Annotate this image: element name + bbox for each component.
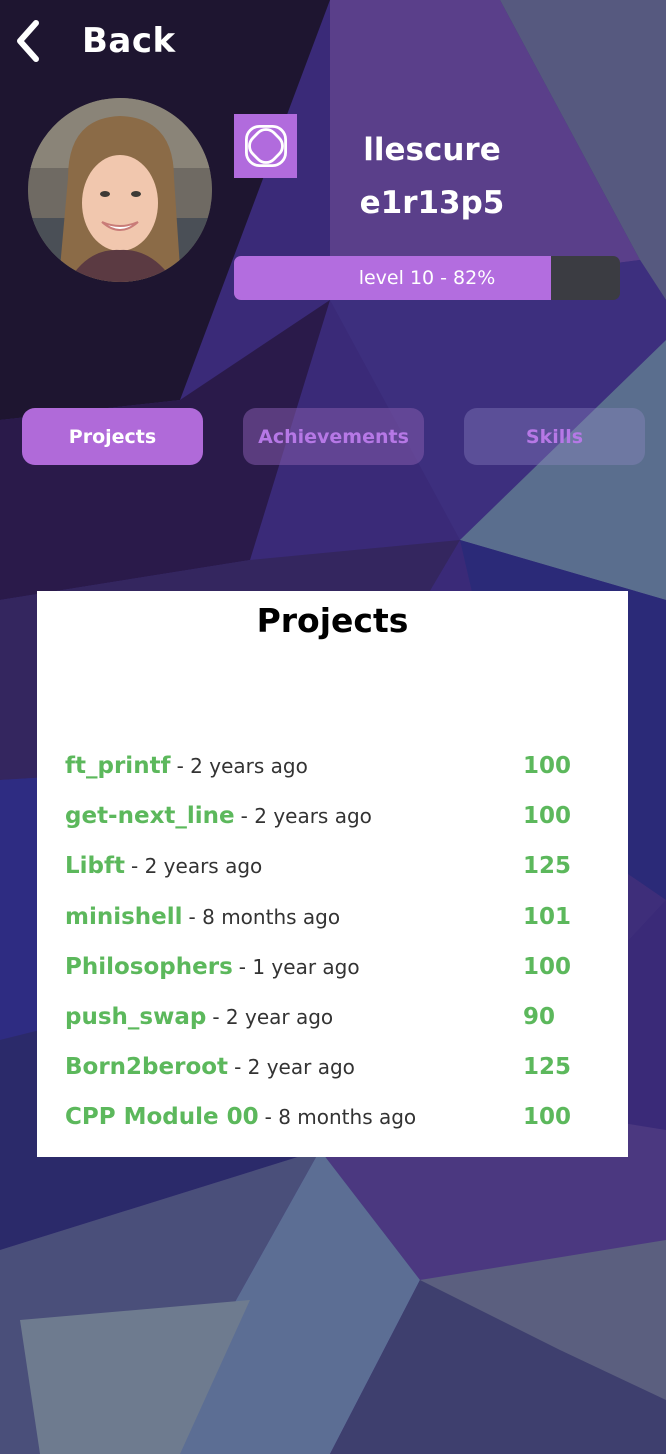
project-score: 125	[523, 1054, 572, 1081]
project-date: - 8 months ago	[188, 904, 341, 929]
tab-projects-label: Projects	[68, 425, 157, 448]
user-login: llescure	[363, 132, 501, 168]
project-name: CPP Module 00	[65, 1104, 259, 1131]
chevron-left-icon	[17, 20, 39, 62]
project-name: ft_printf	[65, 753, 171, 780]
project-score: 125	[523, 853, 572, 880]
tab-projects[interactable]: Projects	[22, 408, 203, 465]
project-date: - 8 months ago	[264, 1105, 417, 1130]
project-name: minishell	[65, 903, 183, 930]
project-row[interactable]: Philosophers - 1 year ago 100	[65, 942, 605, 992]
project-row[interactable]: push_swap - 2 year ago 90	[65, 992, 605, 1042]
project-name: push_swap	[65, 1004, 207, 1031]
project-name: Libft	[65, 853, 126, 880]
project-date: - 2 years ago	[131, 854, 263, 879]
project-score: 100	[523, 753, 572, 780]
projects-card: Projects ft_printf - 2 years ago 100 get…	[37, 591, 628, 1157]
level-progress-bar: level 10 - 82%	[234, 256, 620, 300]
tab-skills[interactable]: Skills	[464, 408, 645, 465]
project-row[interactable]: ft_printf - 2 years ago 100	[65, 741, 605, 791]
back-button[interactable]: Back	[10, 16, 176, 66]
back-label: Back	[82, 21, 176, 61]
project-row[interactable]: get-next_line - 2 years ago 100	[65, 791, 605, 841]
projects-title: Projects	[256, 601, 409, 640]
project-score: 100	[523, 1104, 572, 1131]
project-date: - 2 years ago	[176, 754, 308, 779]
project-date: - 2 years ago	[240, 804, 372, 829]
project-row[interactable]: minishell - 8 months ago 101	[65, 892, 605, 942]
coalition-code: e1r13p5	[359, 185, 505, 221]
project-row[interactable]: Born2beroot - 2 year ago 125	[65, 1042, 605, 1092]
coalition-logo	[234, 114, 297, 178]
project-date: - 2 year ago	[212, 1005, 334, 1030]
project-score: 100	[523, 953, 572, 980]
project-date: - 2 year ago	[234, 1055, 355, 1080]
avatar	[28, 98, 212, 282]
user-photo	[28, 98, 212, 282]
projects-list: ft_printf - 2 years ago 100 get-next_lin…	[65, 741, 605, 1143]
project-name: Born2beroot	[65, 1054, 229, 1081]
project-score: 101	[523, 903, 572, 930]
tab-skills-label: Skills	[525, 425, 584, 448]
project-date: - 1 year ago	[238, 954, 360, 979]
project-row[interactable]: CPP Module 00 - 8 months ago 100	[65, 1092, 605, 1142]
project-score: 100	[523, 803, 572, 830]
project-name: get-next_line	[65, 803, 235, 830]
user-identity: llescure e1r13p5	[300, 124, 564, 230]
tab-achievements[interactable]: Achievements	[243, 408, 424, 465]
project-score: 90	[523, 1004, 556, 1031]
tab-achievements-label: Achievements	[258, 425, 409, 448]
coalition-emblem-icon	[244, 125, 287, 167]
project-row[interactable]: Libft - 2 years ago 125	[65, 841, 605, 891]
project-name: Philosophers	[65, 953, 233, 980]
level-text: level 10 - 82%	[358, 267, 496, 289]
